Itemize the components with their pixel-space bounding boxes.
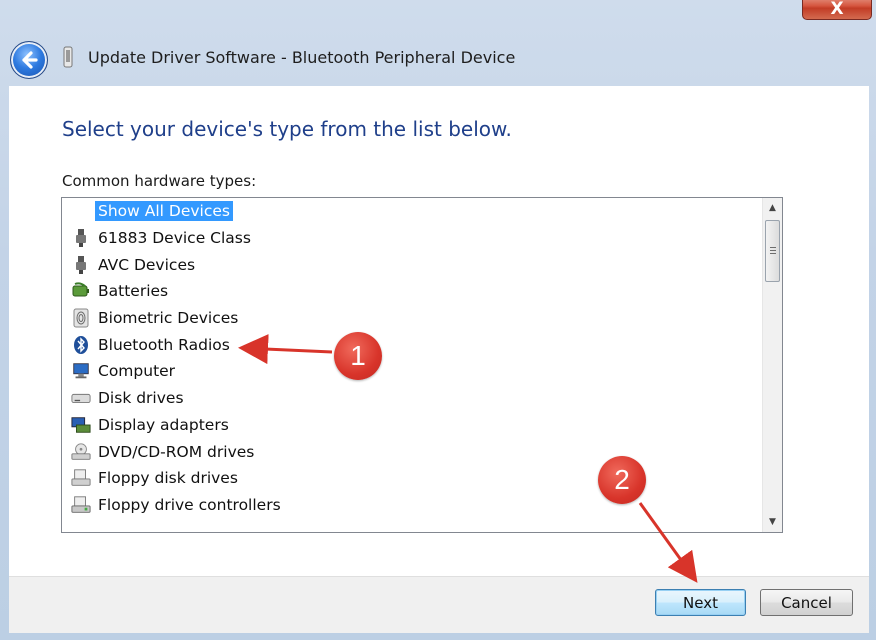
display-adapter-icon <box>71 415 91 435</box>
close-button[interactable]: X <box>802 0 872 20</box>
list-item[interactable]: Floppy drive controllers <box>62 492 762 519</box>
disk-drive-icon <box>71 388 91 408</box>
annotation-badge-1: 1 <box>334 332 382 380</box>
title-bar: X Update Driver Software - Bluetooth Per… <box>0 0 876 86</box>
scroll-up-button[interactable]: ▲ <box>763 199 782 217</box>
usb-plug-icon <box>71 255 91 275</box>
content-area: Select your device's type from the list … <box>9 86 869 576</box>
list-item-label: DVD/CD-ROM drives <box>98 442 255 461</box>
close-icon: X <box>830 0 844 19</box>
annotation-badge-2: 2 <box>598 456 646 504</box>
list-item[interactable]: DVD/CD-ROM drives <box>62 438 762 465</box>
bluetooth-icon <box>71 335 91 355</box>
scroll-down-button[interactable]: ▼ <box>763 513 782 531</box>
list-item[interactable]: Display adapters <box>62 412 762 439</box>
dvd-drive-icon <box>71 442 91 462</box>
dialog-window: X Update Driver Software - Bluetooth Per… <box>0 0 876 640</box>
floppy-drive-icon <box>71 468 91 488</box>
list-item-label: 61883 Device Class <box>98 229 251 248</box>
computer-icon <box>71 361 91 381</box>
list-item-label: AVC Devices <box>98 255 196 274</box>
usb-plug-icon <box>71 228 91 248</box>
list-item-label: Floppy drive controllers <box>98 495 281 514</box>
list-item-label: Disk drives <box>98 389 184 408</box>
list-item[interactable]: 61883 Device Class <box>62 225 762 252</box>
list-item-label: Display adapters <box>98 415 229 434</box>
back-arrow-icon <box>22 51 38 69</box>
floppy-controller-icon <box>71 495 91 515</box>
list-item-label: Floppy disk drives <box>98 469 238 488</box>
back-button[interactable] <box>10 41 48 79</box>
device-icon <box>63 46 73 68</box>
cancel-button[interactable]: Cancel <box>760 589 853 616</box>
page-heading: Select your device's type from the list … <box>62 117 512 141</box>
icon-placeholder <box>71 201 91 221</box>
battery-icon <box>71 281 91 301</box>
list-item[interactable]: Biometric Devices <box>62 305 762 332</box>
list-item-label: Show All Devices <box>95 201 233 222</box>
vertical-scrollbar[interactable]: ▲ ▼ <box>762 198 782 532</box>
list-item[interactable]: Show All Devices <box>62 198 762 225</box>
list-item-label: Batteries <box>98 282 169 301</box>
list-label: Common hardware types: <box>62 172 257 190</box>
hardware-types-list[interactable]: Show All Devices 61883 Device Class AVC De… <box>61 197 783 533</box>
footer-bar: Next Cancel <box>9 576 869 633</box>
list-item[interactable]: Disk drives <box>62 385 762 412</box>
fingerprint-icon <box>71 308 91 328</box>
list-item[interactable]: Batteries <box>62 278 762 305</box>
next-button[interactable]: Next <box>655 589 746 616</box>
list-item-label: Bluetooth Radios <box>98 335 230 354</box>
list-item[interactable]: Computer <box>62 358 762 385</box>
scroll-thumb[interactable] <box>765 220 780 282</box>
list-item[interactable]: Bluetooth Radios <box>62 331 762 358</box>
list-item-label: Computer <box>98 362 176 381</box>
list-item[interactable]: AVC Devices <box>62 251 762 278</box>
list-item[interactable]: Floppy disk drives <box>62 465 762 492</box>
window-title: Update Driver Software - Bluetooth Perip… <box>88 48 516 67</box>
list-item-label: Biometric Devices <box>98 309 239 328</box>
